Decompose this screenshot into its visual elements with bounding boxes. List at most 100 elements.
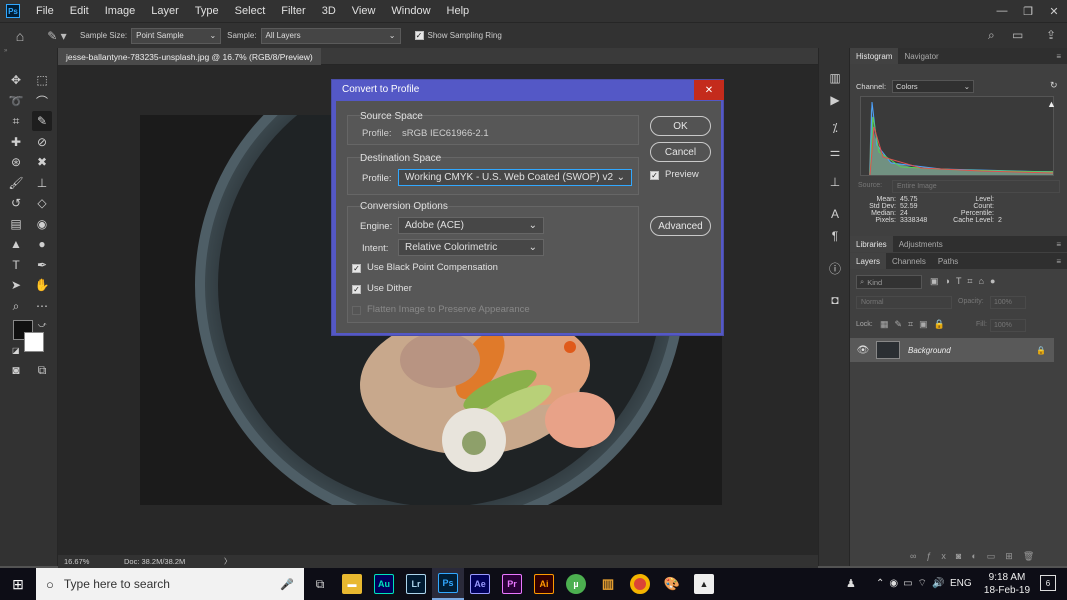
microphone-icon[interactable]: 🎤 [280, 578, 294, 591]
file-explorer-icon[interactable]: ▬ [336, 568, 368, 600]
move-tool-icon[interactable]: ✥ [6, 70, 26, 90]
hand-tool-icon[interactable]: ✋ [32, 275, 52, 295]
tab-layers[interactable]: Layers [850, 253, 887, 269]
windows-start-icon[interactable]: ⊞ [0, 568, 36, 600]
clone-source-icon[interactable]: ⊥ [825, 172, 845, 192]
panel-menu-icon[interactable]: ≡ [1056, 257, 1061, 266]
paint-app-icon[interactable]: 🎨 [656, 568, 688, 600]
brush-settings-icon[interactable]: ⁒ [825, 118, 845, 138]
ok-button[interactable]: OK [650, 116, 711, 136]
sample-size-select[interactable]: Point Sample ⌄ [131, 27, 222, 44]
dialog-close-button[interactable]: ✕ [694, 80, 724, 100]
panel-menu-icon[interactable]: ≡ [1056, 52, 1061, 61]
sponge-tool-icon[interactable]: ● [32, 234, 52, 254]
background-color-swatch[interactable] [24, 332, 44, 352]
premiere-app-icon[interactable]: Pr [496, 568, 528, 600]
path-select-icon[interactable]: ➤ [6, 275, 26, 295]
photoshop-app-icon[interactable]: Ps [432, 568, 464, 600]
close-window-button[interactable]: ✕ [1041, 5, 1067, 18]
blur-tool-icon[interactable]: ◉ [32, 214, 52, 234]
character-panel-icon[interactable]: A [825, 204, 845, 224]
actions-play-icon[interactable]: ▶ [825, 90, 845, 110]
engine-select[interactable]: Adobe (ACE) ⌄ [398, 217, 544, 234]
layer-filter-icons[interactable]: ▣◑T⌗⌂● [930, 276, 1001, 287]
swap-colors-icon[interactable]: ⤻ [38, 320, 47, 330]
tab-libraries[interactable]: Libraries [850, 236, 893, 252]
dodge-tool-icon[interactable]: ▲ [6, 234, 26, 254]
system-tray-icons[interactable]: ⌃◉▭⌔🔊 [876, 577, 949, 590]
menu-select[interactable]: Select [227, 5, 274, 17]
layer-filter-select[interactable]: ⌕ Kind [856, 275, 922, 289]
paragraph-panel-icon[interactable]: ¶ [825, 226, 845, 246]
lightroom-app-icon[interactable]: Lr [400, 568, 432, 600]
black-point-checkbox[interactable]: ✓ [352, 264, 361, 273]
audition-app-icon[interactable]: Au [368, 568, 400, 600]
home-icon[interactable]: ⌂ [0, 28, 40, 44]
source-select[interactable]: Entire Image [892, 180, 1060, 193]
torrent-app-icon[interactable]: µ [560, 568, 592, 600]
layer-row[interactable]: 👁 Background 🔒 [850, 338, 1054, 362]
flatten-checkbox[interactable] [352, 306, 361, 315]
more-tools-icon[interactable]: ⋯ [32, 296, 52, 316]
refresh-icon[interactable]: ↻ [1050, 80, 1058, 91]
toolbar-collapse-icon[interactable]: » [0, 48, 58, 56]
minimize-button[interactable]: — [989, 5, 1015, 17]
library-app-icon[interactable]: ▥ [592, 568, 624, 600]
share-icon[interactable]: ⇪ [1046, 28, 1056, 42]
info-panel-icon[interactable]: ⓘ [825, 258, 845, 278]
menu-file[interactable]: File [28, 5, 62, 17]
properties-panel-icon[interactable]: ◘ [825, 290, 845, 310]
layer-actions-bar[interactable]: ∞ƒx◙◐▭⊞🗑 [910, 551, 1044, 562]
tab-paths[interactable]: Paths [932, 253, 964, 269]
cancel-button[interactable]: Cancel [650, 142, 711, 162]
chrome-icon[interactable] [624, 568, 656, 600]
patch-tool-icon[interactable]: ⊛ [6, 152, 26, 172]
advanced-button[interactable]: Advanced [650, 216, 711, 236]
people-icon[interactable]: ♟ [846, 577, 856, 590]
opacity-field[interactable]: 100% [990, 296, 1026, 309]
status-menu-arrow-icon[interactable]: 〉 [224, 556, 232, 567]
warning-icon[interactable]: ▲ [1047, 99, 1056, 109]
language-indicator[interactable]: ENG [950, 578, 972, 589]
tab-histogram[interactable]: Histogram [850, 48, 899, 64]
tab-navigator[interactable]: Navigator [898, 48, 944, 64]
eraser-tool-icon[interactable]: ◇ [32, 193, 52, 213]
fill-field[interactable]: 100% [990, 319, 1026, 332]
menu-layer[interactable]: Layer [143, 5, 187, 17]
task-view-icon[interactable]: ⧉ [304, 568, 336, 600]
history-brush-icon[interactable]: ↺ [6, 193, 26, 213]
dither-checkbox[interactable]: ✓ [352, 285, 361, 294]
show-sampling-ring-checkbox[interactable]: ✓ [414, 31, 424, 40]
preview-checkbox[interactable]: ✓ [650, 171, 659, 180]
destination-profile-select[interactable]: Working CMYK - U.S. Web Coated (SWOP) v2… [398, 169, 632, 186]
tab-adjustments[interactable]: Adjustments [893, 236, 949, 252]
menu-image[interactable]: Image [97, 5, 144, 17]
taskbar-search-box[interactable]: ○ Type here to search 🎤 [36, 568, 304, 600]
quick-select-tool-icon[interactable]: ⌒ [32, 91, 52, 111]
red-eye-tool-icon[interactable]: ✖ [32, 152, 52, 172]
gradient-tool-icon[interactable]: ▤ [6, 214, 26, 234]
menu-view[interactable]: View [344, 5, 384, 17]
sample-select[interactable]: All Layers ⌄ [260, 27, 401, 44]
pen-tool-icon[interactable]: ✒ [32, 255, 52, 275]
channel-select[interactable]: Colors ⌄ [892, 80, 974, 93]
menu-filter[interactable]: Filter [273, 5, 313, 17]
after-effects-app-icon[interactable]: Ae [464, 568, 496, 600]
menu-edit[interactable]: Edit [62, 5, 97, 17]
tab-channels[interactable]: Channels [886, 253, 932, 269]
crop-tool-icon[interactable]: ⌗ [6, 111, 26, 131]
type-tool-icon[interactable]: T [6, 255, 26, 275]
eyedropper-tool-icon[interactable]: ✎ [32, 111, 52, 131]
quick-mask-icon[interactable]: ◙ [6, 360, 26, 380]
marquee-tool-icon[interactable]: ⬚ [32, 70, 52, 90]
lock-icons[interactable]: ▦✎⌗▣🔒 [880, 319, 951, 330]
menu-3d[interactable]: 3D [314, 5, 344, 17]
photos-app-icon[interactable]: ▲ [688, 568, 720, 600]
visibility-eye-icon[interactable]: 👁 [850, 345, 876, 356]
clock-date[interactable]: 18-Feb-19 [982, 585, 1032, 596]
illustrator-app-icon[interactable]: Ai [528, 568, 560, 600]
clock-time[interactable]: 9:18 AM [982, 572, 1032, 583]
layer-name[interactable]: Background [908, 346, 951, 355]
restore-button[interactable]: ❐ [1015, 5, 1041, 18]
screen-mode-icon[interactable]: ⧉ [32, 360, 52, 380]
